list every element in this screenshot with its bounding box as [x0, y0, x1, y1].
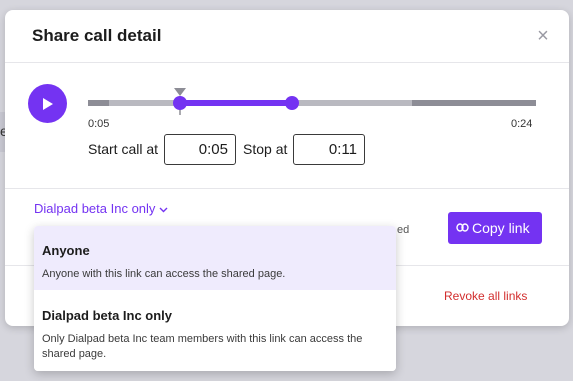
timeline-played-left — [88, 100, 109, 106]
stop-time-input[interactable] — [293, 134, 365, 165]
option-title: Anyone — [42, 243, 90, 258]
stop-at-label: Stop at — [243, 141, 288, 157]
revoke-all-links-button[interactable]: Revoke all links — [444, 289, 527, 303]
play-icon — [43, 98, 53, 110]
divider — [5, 62, 569, 63]
range-start-time: 0:05 — [88, 118, 110, 130]
access-scope-value: Dialpad beta Inc only — [34, 201, 156, 216]
range-end-time: 0:24 — [511, 118, 533, 130]
start-time-input[interactable] — [164, 134, 236, 165]
dropdown-option-team-only[interactable]: Dialpad beta Inc only Only Dialpad beta … — [34, 290, 396, 371]
copy-link-button[interactable]: Copy link — [448, 212, 542, 244]
option-title: Dialpad beta Inc only — [42, 308, 173, 323]
chevron-down-icon — [159, 201, 168, 216]
access-scope-select[interactable]: Dialpad beta Inc only — [34, 201, 168, 216]
divider — [5, 188, 569, 189]
start-call-label: Start call at — [88, 141, 159, 157]
dialog-title: Share call detail — [32, 26, 162, 45]
option-description: Only Dialpad beta Inc team members with … — [42, 333, 363, 360]
range-end-handle[interactable] — [284, 96, 299, 110]
timeline-selection-range — [180, 100, 292, 106]
copy-link-label: Copy link — [472, 220, 530, 236]
partially-hidden-text: ed — [397, 224, 410, 236]
access-scope-dropdown: Anyone Anyone with this link can access … — [34, 226, 396, 371]
close-icon[interactable]: × — [534, 26, 552, 46]
dropdown-option-anyone[interactable]: Anyone Anyone with this link can access … — [34, 226, 396, 290]
option-description: Anyone with this link can access the sha… — [42, 268, 286, 280]
link-icon — [456, 223, 469, 232]
play-button[interactable] — [28, 84, 67, 123]
timeline-played-right — [412, 100, 536, 106]
